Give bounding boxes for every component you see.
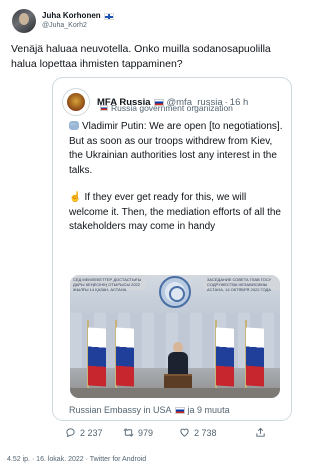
- reply-count: 2 237: [80, 427, 103, 438]
- quoted-photo[interactable]: СЕД МЕМЛЕКЕТТЕР ДОСТАСТЫҒЫ ДАРЫ КЕҢЕСІНІ…: [70, 275, 280, 398]
- quoted-paragraph-1: Vladimir Putin: We are open [to negotiat…: [69, 118, 287, 178]
- russian-flag: [246, 327, 264, 387]
- stage-floor: [70, 388, 280, 398]
- tagged-more[interactable]: ja 9 muuta: [188, 405, 230, 415]
- heart-icon: [180, 428, 189, 437]
- author-display-name[interactable]: Juha Korhonen: [42, 11, 101, 21]
- tweet-metadata: 4.52 ip. · 16. lokak. 2022 · Twitter for…: [7, 456, 147, 463]
- government-label-text: Russia government organization: [111, 103, 233, 113]
- retweet-button[interactable]: 979: [123, 427, 153, 438]
- author-names: Juha Korhonen @Juha_Korh2: [42, 11, 114, 31]
- tweet-actions: 2 237 979 2 738: [65, 427, 285, 439]
- tagged-user[interactable]: Russian Embassy in USA: [69, 405, 172, 415]
- retweet-count: 979: [138, 427, 154, 438]
- tweet: Juha Korhonen @Juha_Korh2 Venäjä haluaa …: [0, 0, 304, 467]
- russian-flag: [216, 327, 234, 387]
- quoted-tweet[interactable]: MFA Russia @mfa_russia · 16 h Russia gov…: [52, 77, 292, 421]
- share-icon: [256, 427, 265, 437]
- cis-emblem-icon: [159, 276, 191, 308]
- retweet-icon: [123, 428, 134, 437]
- quoted-paragraph-1-text: Vladimir Putin: We are open [to negotiat…: [69, 121, 283, 176]
- quoted-avatar[interactable]: [62, 88, 90, 116]
- coat-of-arms-icon: [67, 93, 85, 111]
- russian-flag: [88, 327, 106, 387]
- government-label: Russia government organization: [100, 103, 233, 113]
- finland-flag-icon: [103, 12, 114, 20]
- reply-button[interactable]: 2 237: [65, 427, 103, 438]
- quoted-text: Vladimir Putin: We are open [to negotiat…: [69, 118, 287, 235]
- russia-flag-icon: [100, 105, 108, 111]
- like-button[interactable]: 2 738: [179, 427, 217, 438]
- tagged-users[interactable]: Russian Embassy in USA ja 9 muuta: [69, 405, 230, 415]
- speech-bubble-icon: [69, 118, 79, 133]
- author-avatar[interactable]: [12, 9, 36, 33]
- quoted-paragraph-2: ☝ If they ever get ready for this, we wil…: [69, 191, 287, 235]
- banner-left: СЕД МЕМЛЕКЕТТЕР ДОСТАСТЫҒЫ ДАРЫ КЕҢЕСІНІ…: [70, 275, 146, 292]
- russian-flag: [116, 327, 134, 387]
- share-button[interactable]: [255, 427, 270, 438]
- tweet-author[interactable]: Juha Korhonen @Juha_Korh2: [12, 9, 114, 33]
- author-handle[interactable]: @Juha_Korh2: [42, 21, 114, 31]
- quoted-paragraph-2-text: If they ever get ready for this, we will…: [69, 192, 281, 232]
- pointing-hand-icon: ☝: [69, 192, 82, 203]
- russia-flag-icon: [174, 406, 185, 414]
- like-count: 2 738: [194, 427, 217, 438]
- reply-icon: [66, 428, 75, 438]
- tweet-text: Venäjä haluaa neuvotella. Onko muilla so…: [11, 43, 271, 70]
- banner-right: ЗАСЕДАНИЕ СОВЕТА ГЛАВ ГОСУ СОДРУЖЕСТВА Н…: [204, 275, 280, 292]
